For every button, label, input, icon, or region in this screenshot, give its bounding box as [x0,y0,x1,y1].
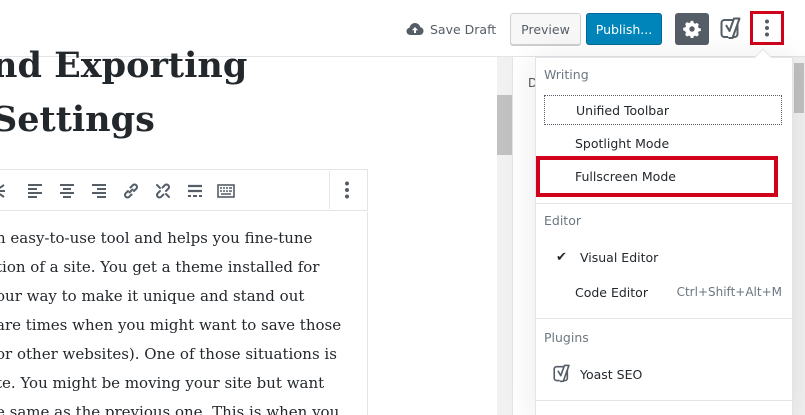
toolbar-toggle-icon[interactable] [216,181,236,201]
align-left-icon[interactable] [25,181,45,201]
menu-divider [536,400,792,401]
read-more-icon[interactable] [185,181,205,201]
menu-item-label: Visual Editor [580,249,659,265]
fullscreen-highlight-annotation [536,156,778,197]
menu-item-unified-toolbar[interactable]: Unified Toolbar [544,95,782,125]
paragraph-block[interactable]: n easy-to-use tool and helps you fine-tu… [0,212,368,415]
save-draft-button[interactable]: Save Draft [406,19,496,39]
yoast-icon [720,17,741,39]
yoast-button[interactable] [719,15,743,43]
save-draft-label: Save Draft [430,21,497,37]
paragraph-line: are times when you might want to save th… [0,316,342,334]
more-vertical-icon [344,181,349,199]
align-right-icon[interactable] [89,181,109,201]
menu-section-editor: Editor [544,213,581,228]
menu-item-label: Spotlight Mode [575,135,670,151]
checkmark-icon: ✔ [556,249,567,265]
editor-scrollbar-thumb[interactable] [497,95,512,155]
paragraph-line: tion of a site. You get a theme installe… [0,258,320,276]
gear-icon [683,20,701,38]
paragraph-line: or other websites). One of those situati… [0,345,337,363]
menu-item-spotlight-mode[interactable]: Spotlight Mode [544,128,782,158]
post-title-line-1[interactable]: nd Exporting [0,45,247,86]
publish-button[interactable]: Publish... [586,13,662,45]
menu-item-visual-editor[interactable]: ✔ Visual Editor [544,242,782,272]
yoast-icon [553,364,570,383]
menu-item-label: Unified Toolbar [576,102,670,118]
block-toolbar [0,169,368,211]
preview-button[interactable]: Preview [510,13,581,45]
block-more-options-button[interactable] [329,171,363,209]
link-icon[interactable] [121,181,141,201]
settings-button[interactable] [675,13,709,45]
menu-item-code-editor[interactable]: Code Editor Ctrl+Shift+Alt+M [544,277,782,307]
strikethrough-icon[interactable] [0,181,13,201]
cloud-upload-icon [406,23,424,35]
unlink-icon[interactable] [153,181,173,201]
post-title-line-2[interactable]: Settings [0,99,155,140]
align-center-icon[interactable] [57,181,77,201]
menu-section-writing: Writing [544,67,589,82]
more-tools-button[interactable] [750,11,784,45]
keyboard-shortcut: Ctrl+Shift+Alt+M [676,285,782,299]
paragraph-line: our way to make it unique and stand out [0,287,305,305]
menu-item-label: Code Editor [575,284,648,300]
menu-section-plugins: Plugins [544,330,589,345]
more-vertical-icon [765,19,769,37]
editor-scrollbar[interactable] [497,57,512,415]
menu-divider [536,203,792,204]
page-scrollbar[interactable] [793,57,805,415]
menu-item-yoast-seo[interactable]: Yoast SEO [544,359,782,389]
page-scrollbar-thumb[interactable] [794,63,804,113]
paragraph-line: te. You might be moving your site but wa… [0,374,325,392]
menu-item-label: Yoast SEO [580,366,643,382]
paragraph-line: e same as the previous one. This is when… [0,403,340,415]
paragraph-line: n easy-to-use tool and helps you fine-tu… [0,229,313,247]
menu-divider [536,318,792,319]
